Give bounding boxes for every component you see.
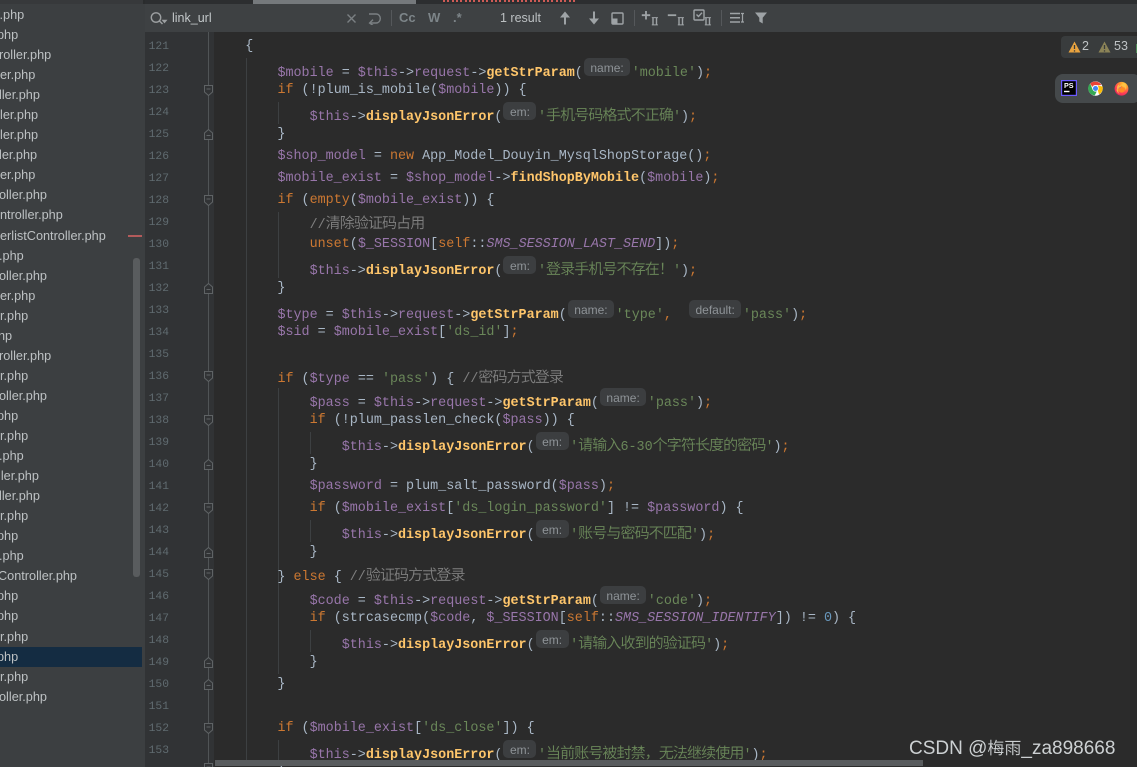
svg-text:PS: PS [1064, 81, 1074, 90]
